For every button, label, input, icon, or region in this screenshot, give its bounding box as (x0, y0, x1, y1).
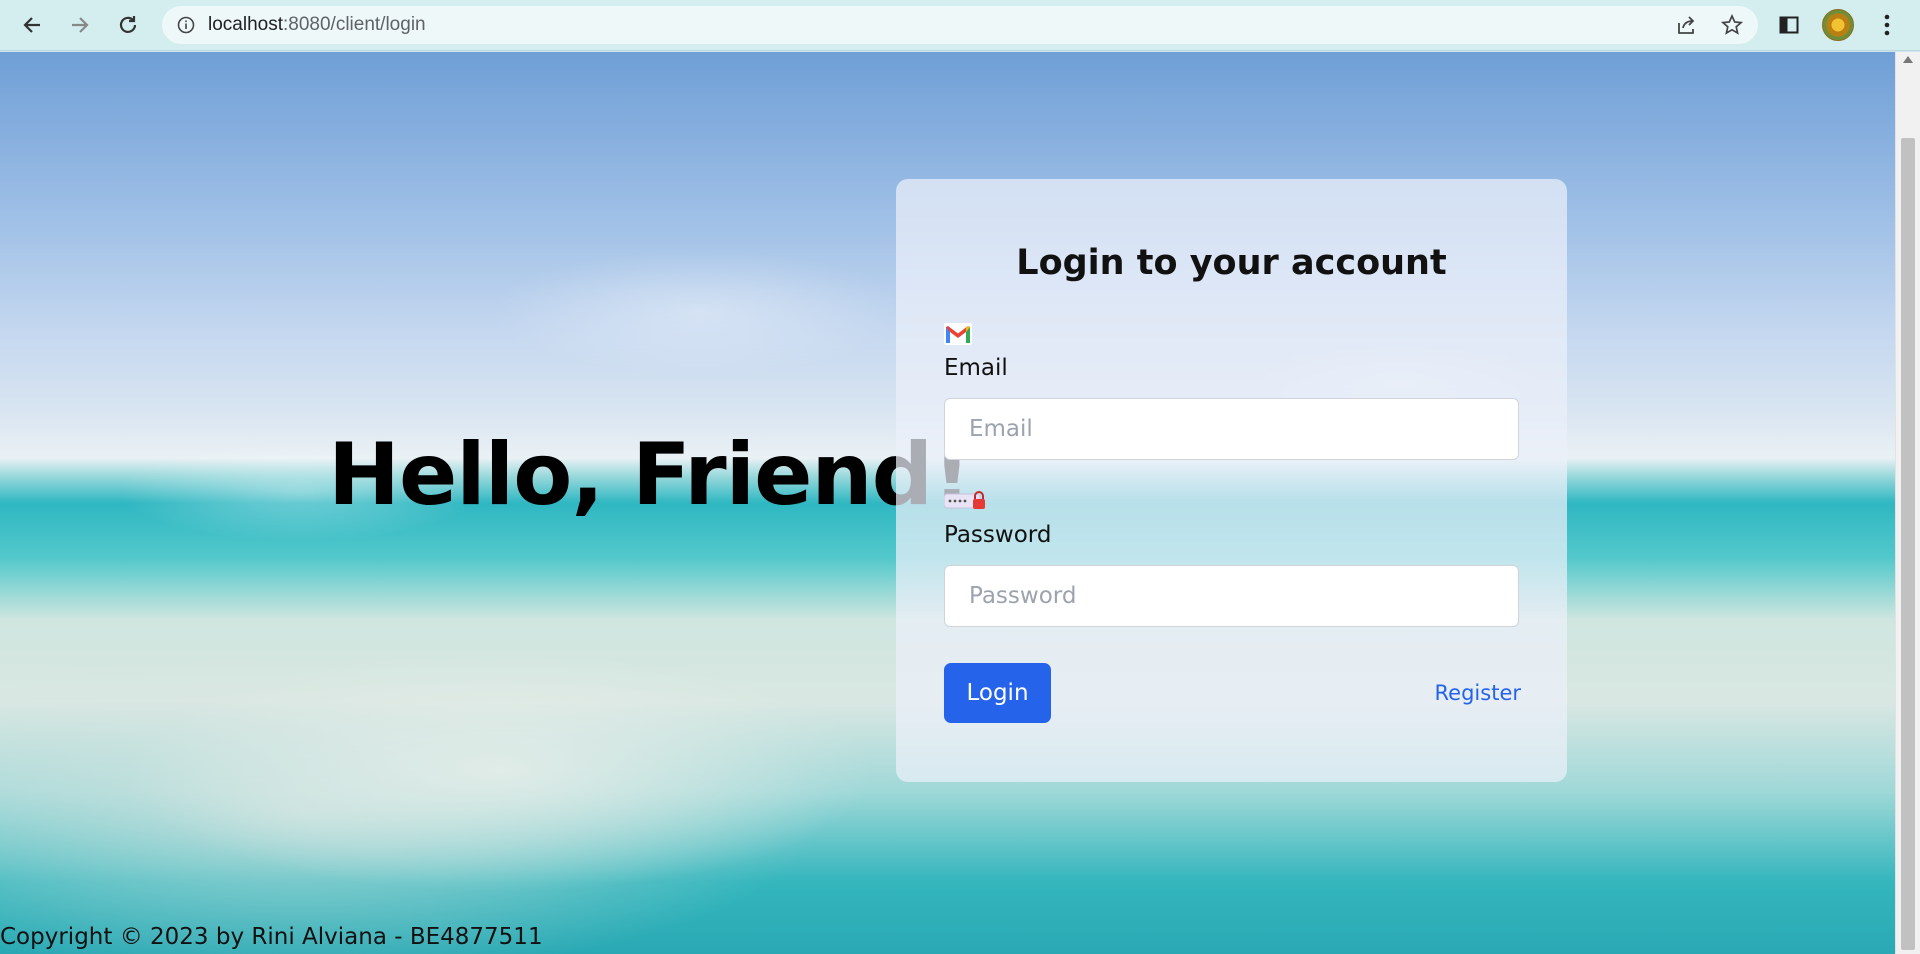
register-link[interactable]: Register (1435, 681, 1521, 705)
vertical-scrollbar[interactable] (1895, 52, 1920, 954)
email-input[interactable] (944, 398, 1519, 460)
address-bar[interactable]: localhost:8080/client/login (162, 6, 1758, 44)
info-icon[interactable] (176, 15, 196, 35)
login-card: Login to your account Email Password Log… (896, 179, 1567, 782)
scrollbar-thumb[interactable] (1901, 138, 1915, 950)
email-label: Email (944, 355, 1008, 381)
star-icon[interactable] (1720, 13, 1744, 37)
login-button[interactable]: Login (944, 663, 1051, 723)
password-label: Password (944, 522, 1052, 548)
url-text: localhost:8080/client/login (208, 14, 426, 35)
reload-icon[interactable] (112, 9, 144, 41)
scroll-up-arrow-icon[interactable] (1903, 56, 1913, 63)
forward-arrow-icon[interactable] (64, 9, 96, 41)
back-arrow-icon[interactable] (16, 9, 48, 41)
sidepanel-icon[interactable] (1774, 9, 1804, 41)
profile-avatar[interactable] (1822, 9, 1854, 41)
browser-toolbar: localhost:8080/client/login (0, 0, 1920, 51)
footer-copyright: Copyright © 2023 by Rini Alviana - BE487… (0, 924, 543, 950)
menu-dots-icon[interactable] (1872, 9, 1902, 41)
password-lock-icon (943, 491, 988, 515)
login-title: Login to your account (1016, 243, 1447, 283)
hero-greeting: Hello, Friend! (328, 425, 971, 525)
gmail-icon (944, 323, 972, 349)
password-input[interactable] (944, 565, 1519, 627)
share-icon[interactable] (1674, 13, 1698, 37)
